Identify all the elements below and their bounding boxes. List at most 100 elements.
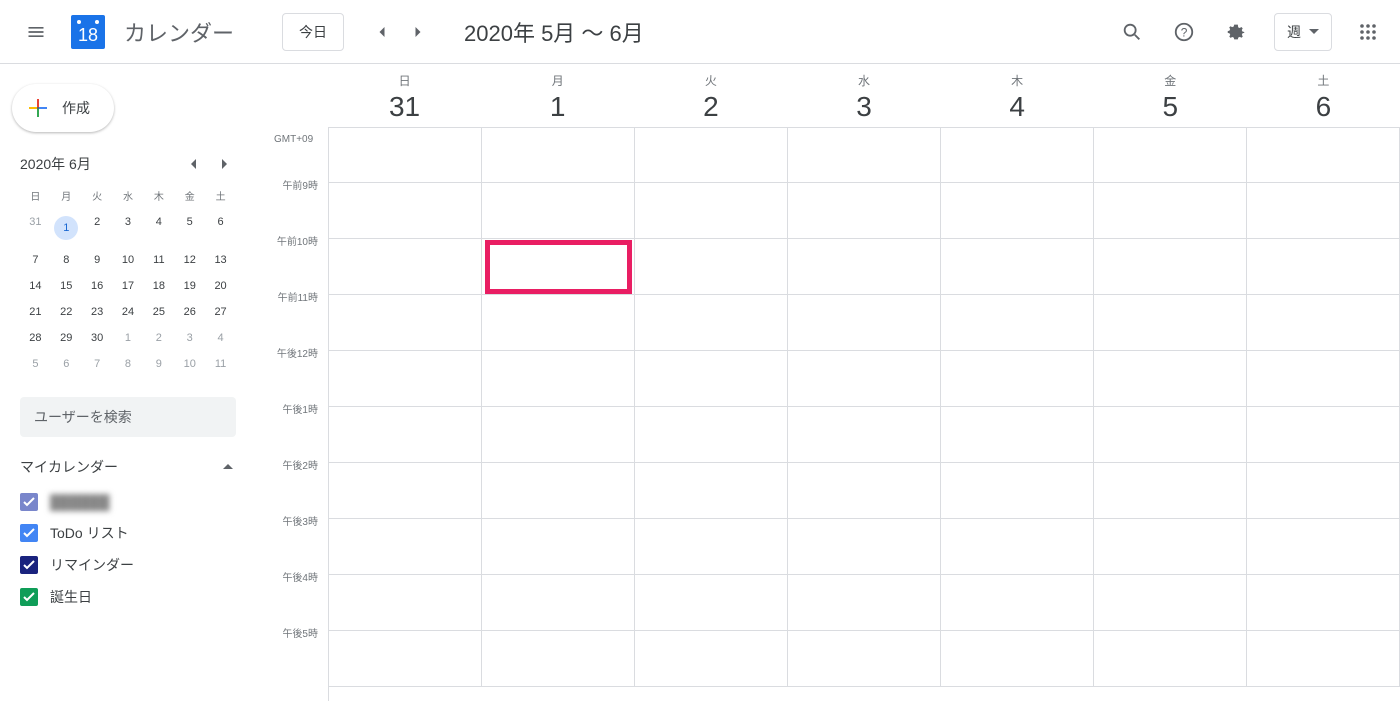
- time-slot[interactable]: [635, 575, 788, 630]
- time-slot[interactable]: [329, 295, 482, 350]
- time-slot[interactable]: [1094, 575, 1247, 630]
- time-slot[interactable]: [941, 519, 1094, 574]
- time-slot[interactable]: [941, 407, 1094, 462]
- mini-day-cell[interactable]: 2: [82, 209, 113, 247]
- calendar-item[interactable]: リマインダー: [20, 549, 236, 581]
- mini-day-cell[interactable]: 10: [174, 351, 205, 377]
- time-slot[interactable]: [329, 351, 482, 406]
- mini-day-cell[interactable]: 17: [113, 273, 144, 299]
- mini-day-cell[interactable]: 11: [143, 247, 174, 273]
- mini-day-cell[interactable]: 21: [20, 299, 51, 325]
- mini-day-cell[interactable]: 30: [82, 325, 113, 351]
- mini-day-cell[interactable]: 11: [205, 351, 236, 377]
- time-slot[interactable]: [329, 239, 482, 294]
- time-slot[interactable]: [635, 407, 788, 462]
- mini-day-cell[interactable]: 8: [113, 351, 144, 377]
- time-slot[interactable]: [788, 519, 941, 574]
- time-slot[interactable]: [1247, 575, 1400, 630]
- time-slot[interactable]: [1094, 631, 1247, 686]
- time-slot[interactable]: [941, 128, 1094, 182]
- calendar-item[interactable]: ██████: [20, 487, 236, 517]
- time-slot[interactable]: [941, 351, 1094, 406]
- mini-day-cell[interactable]: 6: [51, 351, 82, 377]
- time-slot[interactable]: [1094, 183, 1247, 238]
- create-button[interactable]: 作成: [12, 84, 114, 132]
- calendar-item[interactable]: 誕生日: [20, 581, 236, 613]
- time-slot[interactable]: [941, 631, 1094, 686]
- apps-button[interactable]: [1348, 12, 1388, 52]
- time-slot[interactable]: [941, 239, 1094, 294]
- time-slot[interactable]: [788, 407, 941, 462]
- time-slot[interactable]: [1094, 128, 1247, 182]
- mini-day-cell[interactable]: 14: [20, 273, 51, 299]
- time-slot[interactable]: [788, 295, 941, 350]
- time-slot[interactable]: [1094, 407, 1247, 462]
- next-week-button[interactable]: [400, 14, 436, 50]
- mini-day-cell[interactable]: 3: [113, 209, 144, 247]
- time-slot[interactable]: [941, 463, 1094, 518]
- time-slot[interactable]: [1094, 351, 1247, 406]
- mini-day-cell[interactable]: 8: [51, 247, 82, 273]
- mini-day-cell[interactable]: 1: [51, 209, 82, 247]
- mini-day-cell[interactable]: 5: [174, 209, 205, 247]
- mini-day-cell[interactable]: 13: [205, 247, 236, 273]
- time-slot[interactable]: [635, 128, 788, 182]
- time-slot[interactable]: [482, 351, 635, 406]
- mini-day-cell[interactable]: 15: [51, 273, 82, 299]
- time-slot[interactable]: [635, 183, 788, 238]
- time-slot[interactable]: [1247, 128, 1400, 182]
- time-slot[interactable]: [1247, 239, 1400, 294]
- mini-day-cell[interactable]: 12: [174, 247, 205, 273]
- day-column-header[interactable]: 金5: [1094, 64, 1247, 127]
- mini-day-cell[interactable]: 27: [205, 299, 236, 325]
- time-slot[interactable]: [635, 239, 788, 294]
- day-column-header[interactable]: 木4: [941, 64, 1094, 127]
- mini-day-cell[interactable]: 23: [82, 299, 113, 325]
- mini-day-cell[interactable]: 22: [51, 299, 82, 325]
- mini-day-cell[interactable]: 7: [82, 351, 113, 377]
- time-slot[interactable]: [635, 631, 788, 686]
- time-slot[interactable]: [329, 575, 482, 630]
- mini-day-cell[interactable]: 5: [20, 351, 51, 377]
- time-slot[interactable]: [1094, 295, 1247, 350]
- mini-day-cell[interactable]: 4: [205, 325, 236, 351]
- mini-day-cell[interactable]: 19: [174, 273, 205, 299]
- calendar-checkbox[interactable]: [20, 588, 38, 606]
- people-search-input[interactable]: ユーザーを検索: [20, 397, 236, 437]
- time-slot[interactable]: [1247, 519, 1400, 574]
- time-slot[interactable]: [482, 183, 635, 238]
- time-slot[interactable]: [482, 575, 635, 630]
- time-slot[interactable]: [788, 239, 941, 294]
- time-slot[interactable]: [1247, 183, 1400, 238]
- mini-day-cell[interactable]: 29: [51, 325, 82, 351]
- day-column-header[interactable]: 土6: [1247, 64, 1400, 127]
- mini-day-cell[interactable]: 26: [174, 299, 205, 325]
- view-selector[interactable]: 週: [1274, 13, 1332, 51]
- time-slot[interactable]: [941, 575, 1094, 630]
- mini-day-cell[interactable]: 1: [113, 325, 144, 351]
- time-slot[interactable]: [482, 239, 635, 294]
- calendar-checkbox[interactable]: [20, 524, 38, 542]
- time-slot[interactable]: [482, 631, 635, 686]
- day-column-header[interactable]: 水3: [787, 64, 940, 127]
- time-slot[interactable]: [1247, 631, 1400, 686]
- time-slot[interactable]: [1247, 295, 1400, 350]
- time-slot[interactable]: [482, 519, 635, 574]
- time-slot[interactable]: [482, 295, 635, 350]
- mini-day-cell[interactable]: 31: [20, 209, 51, 247]
- mini-day-cell[interactable]: 28: [20, 325, 51, 351]
- mini-day-cell[interactable]: 2: [143, 325, 174, 351]
- mini-day-cell[interactable]: 4: [143, 209, 174, 247]
- time-slot[interactable]: [788, 128, 941, 182]
- mini-day-cell[interactable]: 18: [143, 273, 174, 299]
- calendar-checkbox[interactable]: [20, 556, 38, 574]
- today-button[interactable]: 今日: [282, 13, 344, 51]
- time-slot[interactable]: [329, 519, 482, 574]
- time-slot[interactable]: [329, 631, 482, 686]
- time-slot[interactable]: [788, 351, 941, 406]
- mini-day-cell[interactable]: 3: [174, 325, 205, 351]
- time-slot[interactable]: [1247, 407, 1400, 462]
- calendar-checkbox[interactable]: [20, 493, 38, 511]
- prev-week-button[interactable]: [364, 14, 400, 50]
- day-column-header[interactable]: 月1: [481, 64, 634, 127]
